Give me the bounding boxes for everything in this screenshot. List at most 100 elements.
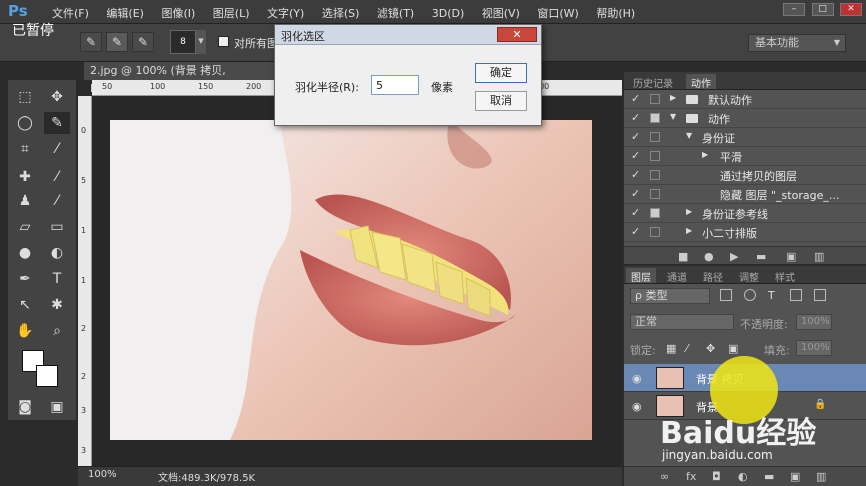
tab-actions[interactable]: 动作 (686, 74, 716, 90)
layer-style-icon[interactable]: fx (686, 470, 696, 483)
action-step-row[interactable]: ✓ ▶ 平滑 (624, 147, 866, 166)
layer-mask-icon[interactable]: ◘ (712, 470, 721, 483)
smart-object-filter-icon[interactable] (814, 289, 826, 301)
cancel-button[interactable]: 取消 (475, 91, 527, 111)
fill-input[interactable]: 100% (796, 340, 832, 356)
lock-position-icon[interactable]: ✥ (706, 342, 715, 355)
dialog-toggle-box[interactable] (650, 189, 660, 199)
check-icon[interactable]: ✓ (631, 111, 640, 124)
maximize-button[interactable]: □ (811, 3, 834, 16)
menu-edit[interactable]: 编辑(E) (106, 5, 144, 21)
action-row[interactable]: ✓ ▼ 身份证 (624, 128, 866, 147)
gradient-tool-icon[interactable]: ▭ (44, 216, 70, 238)
collapse-icon[interactable]: ▼ (686, 131, 692, 140)
feather-radius-input[interactable] (371, 75, 419, 95)
action-set-row[interactable]: ✓ ▶ 默认动作 (624, 90, 866, 109)
lasso-tool-icon[interactable]: ◯ (12, 112, 38, 134)
type-filter-icon[interactable]: T (768, 289, 780, 302)
canvas-area[interactable] (92, 96, 622, 466)
quick-mask-icon[interactable]: ◙ (12, 396, 38, 418)
shape-tool-icon[interactable]: ✱ (44, 294, 70, 316)
brush-subtract-icon[interactable]: ✎ (132, 32, 154, 52)
background-color-swatch[interactable] (36, 365, 58, 387)
menu-view[interactable]: 视图(V) (482, 5, 520, 21)
expand-icon[interactable]: ▶ (670, 93, 676, 102)
brush-mode-icon[interactable]: ✎ (80, 32, 102, 52)
action-row[interactable]: ✓ ▶ 小二寸排版 (624, 223, 866, 242)
eyedropper-tool-icon[interactable]: ⁄ (44, 138, 70, 160)
marquee-tool-icon[interactable]: ⬚ (12, 86, 38, 108)
action-step-row[interactable]: ✓ 隐藏 图层 "_storage_... (624, 185, 866, 204)
menu-layer[interactable]: 图层(L) (213, 5, 250, 21)
clone-stamp-tool-icon[interactable]: ♟ (12, 190, 38, 212)
collapse-icon[interactable]: ▼ (670, 112, 676, 121)
action-step-row[interactable]: ✓ 通过拷贝的图层 (624, 166, 866, 185)
image-filter-icon[interactable] (720, 289, 732, 301)
quick-selection-tool-icon[interactable]: ✎ (44, 112, 70, 134)
hand-tool-icon[interactable]: ✋ (12, 320, 38, 342)
action-set-row[interactable]: ✓ ▼ 动作 (624, 109, 866, 128)
check-icon[interactable]: ✓ (631, 206, 640, 219)
opacity-input[interactable]: 100% (796, 314, 832, 330)
check-icon[interactable]: ✓ (631, 225, 640, 238)
pen-tool-icon[interactable]: ✒ (12, 268, 38, 290)
eraser-tool-icon[interactable]: ▱ (12, 216, 38, 238)
dialog-toggle-box[interactable] (650, 132, 660, 142)
sample-all-layers-checkbox[interactable] (218, 36, 229, 47)
adjustment-filter-icon[interactable] (744, 289, 756, 301)
check-icon[interactable]: ✓ (631, 187, 640, 200)
eye-icon[interactable]: ◉ (632, 400, 642, 413)
expand-icon[interactable]: ▶ (702, 150, 708, 159)
dodge-tool-icon[interactable]: ◐ (44, 242, 70, 264)
lock-transparency-icon[interactable]: ▦ (666, 342, 676, 355)
lock-all-icon[interactable]: ▣ (728, 342, 738, 355)
document-tab[interactable]: 2.jpg @ 100% (背景 拷贝, RGB/8#) (84, 62, 274, 95)
menu-help[interactable]: 帮助(H) (596, 5, 635, 21)
eye-icon[interactable]: ◉ (632, 372, 642, 385)
dialog-toggle-box[interactable] (650, 151, 660, 161)
new-action-icon[interactable]: ▣ (786, 250, 796, 263)
new-set-icon[interactable]: ▬ (756, 250, 766, 263)
dialog-toggle-box[interactable] (650, 113, 660, 123)
minimize-button[interactable]: – (783, 3, 805, 16)
check-icon[interactable]: ✓ (631, 130, 640, 143)
zoom-tool-icon[interactable]: ⌕ (44, 320, 70, 342)
check-icon[interactable]: ✓ (631, 168, 640, 181)
play-icon[interactable]: ▶ (730, 250, 738, 263)
stop-icon[interactable]: ■ (678, 250, 688, 263)
tab-styles[interactable]: 样式 (770, 268, 800, 284)
menu-file[interactable]: 文件(F) (52, 5, 89, 21)
menu-filter[interactable]: 滤镜(T) (377, 5, 414, 21)
ok-button[interactable]: 确定 (475, 63, 527, 83)
workspace-select[interactable]: 基本功能 ▼ (748, 34, 846, 52)
screen-mode-icon[interactable]: ▣ (44, 396, 70, 418)
delete-icon[interactable]: ▥ (814, 250, 824, 263)
tab-layers[interactable]: 图层 (626, 268, 656, 284)
delete-layer-icon[interactable]: ▥ (816, 470, 826, 483)
blur-tool-icon[interactable]: ● (12, 242, 38, 264)
dialog-toggle-box[interactable] (650, 208, 660, 218)
shape-filter-icon[interactable] (790, 289, 802, 301)
expand-icon[interactable]: ▶ (686, 207, 692, 216)
adjustment-layer-icon[interactable]: ◐ (738, 470, 748, 483)
tab-history[interactable]: 历史记录 (628, 74, 678, 90)
dialog-close-button[interactable]: ✕ (497, 27, 537, 42)
brush-tool-icon[interactable]: ⁄ (44, 166, 70, 188)
check-icon[interactable]: ✓ (631, 149, 640, 162)
dialog-toggle-box[interactable] (650, 170, 660, 180)
dialog-toggle-box[interactable] (650, 94, 660, 104)
menu-window[interactable]: 窗口(W) (537, 5, 578, 21)
brush-size-picker[interactable]: 8 (170, 30, 196, 54)
tab-channels[interactable]: 通道 (662, 268, 692, 284)
menu-select[interactable]: 选择(S) (322, 5, 360, 21)
record-icon[interactable]: ● (704, 250, 714, 263)
link-layers-icon[interactable]: ∞ (660, 470, 669, 483)
type-tool-icon[interactable]: T (44, 268, 70, 290)
expand-icon[interactable]: ▶ (686, 226, 692, 235)
brush-add-icon[interactable]: ✎ (106, 32, 128, 52)
tab-paths[interactable]: 路径 (698, 268, 728, 284)
new-layer-icon[interactable]: ▣ (790, 470, 800, 483)
chevron-down-icon[interactable]: ▼ (196, 30, 206, 54)
action-row[interactable]: ✓ ▶ 身份证参考线 (624, 204, 866, 223)
move-tool-icon[interactable]: ✥ (44, 86, 70, 108)
